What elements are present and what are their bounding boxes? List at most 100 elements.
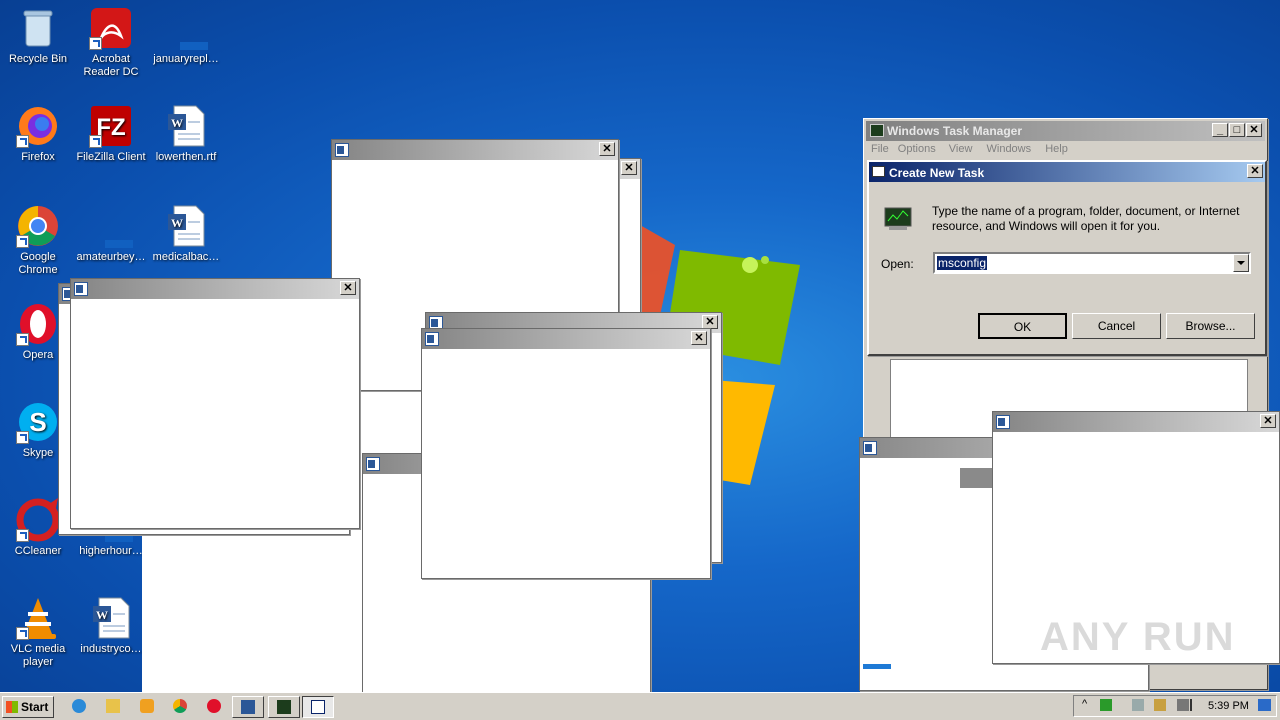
printer-icon[interactable] (1154, 699, 1166, 711)
create-new-task-dialog[interactable]: Create New Task ✕ Type the name of a pro… (867, 160, 1267, 356)
task-manager-icon (277, 700, 291, 714)
taskbar-task-manager-button[interactable] (268, 696, 300, 718)
close-icon[interactable]: ✕ (340, 281, 356, 295)
icon-label: Acrobat Reader DC (83, 53, 139, 78)
desktop-icon-chrome[interactable]: Google Chrome (0, 204, 76, 277)
maximize-button[interactable]: □ (1229, 123, 1245, 137)
taskbar-run-button[interactable] (302, 696, 334, 718)
dialog-description: Type the name of a program, folder, docu… (932, 204, 1240, 233)
ccleaner-icon (16, 498, 60, 542)
close-icon[interactable]: ✕ (691, 331, 707, 345)
file-icon (89, 204, 133, 248)
close-icon[interactable]: ✕ (1260, 414, 1276, 428)
desktop-icon-filezilla[interactable]: FZ FileZilla Client (73, 104, 149, 164)
menu-file[interactable]: File (871, 143, 889, 155)
word-app-icon (74, 282, 88, 296)
open-combobox[interactable]: msconfig (933, 252, 1251, 274)
desktop-icon-amateurbey[interactable]: amateurbey… (73, 204, 149, 264)
grey-block (960, 468, 994, 488)
close-icon[interactable]: ✕ (702, 315, 718, 329)
desktop-icon-industryco[interactable]: W industryco… (73, 596, 149, 656)
browse-button[interactable]: Browse... (1166, 313, 1255, 339)
word-app-icon (863, 441, 877, 455)
blank-window-center[interactable]: ✕ (421, 328, 711, 579)
menu-windows[interactable]: Windows (987, 143, 1032, 155)
dialog-titlebar[interactable]: Create New Task ✕ (869, 162, 1265, 182)
desktop-icon-firefox[interactable]: Firefox (0, 104, 76, 164)
cancel-button[interactable]: Cancel (1072, 313, 1161, 339)
windows-flag-icon (6, 701, 18, 713)
firefox-icon (16, 104, 60, 148)
folder-icon[interactable] (106, 699, 120, 713)
start-button[interactable]: Start (2, 696, 54, 718)
system-tray: ^ 5:39 PM (1073, 695, 1277, 717)
icon-label: industryco… (80, 643, 142, 655)
blank-window-left[interactable]: ✕ (70, 278, 360, 529)
menu-options[interactable]: Options (898, 143, 936, 155)
icon-label: VLC media player (10, 643, 66, 668)
open-label: Open: (881, 257, 914, 271)
dialog-close-button[interactable]: ✕ (1247, 164, 1263, 178)
skype-icon: S (16, 400, 60, 444)
minimize-button[interactable]: _ (1212, 123, 1228, 137)
icon-label: CCleaner (14, 545, 62, 557)
svg-text:W: W (96, 608, 108, 622)
run-icon (872, 166, 885, 177)
dropdown-arrow-button[interactable] (1233, 254, 1249, 272)
run-icon (311, 700, 325, 714)
icon-label: Google Chrome (18, 251, 58, 276)
desktop-icon-januaryrepl[interactable]: januaryrepl… (148, 6, 224, 66)
word-doc-icon: W (164, 104, 208, 148)
close-icon[interactable]: ✕ (599, 142, 615, 156)
open-input-value[interactable]: msconfig (937, 256, 988, 270)
ok-button[interactable]: OK (978, 313, 1067, 339)
chevron-down-icon (1237, 261, 1245, 265)
show-desktop-icon[interactable] (1258, 699, 1271, 711)
icon-label: higherhour… (79, 545, 143, 557)
icon-label: lowerthen.rtf (155, 151, 217, 163)
task-manager-titlebar[interactable]: Windows Task Manager _ □ ✕ (866, 121, 1265, 141)
file-icon (164, 6, 208, 50)
desktop-icon-medicalbac[interactable]: W medicalbac… (148, 204, 224, 264)
start-label: Start (21, 700, 49, 714)
word-doc-icon: W (89, 596, 133, 640)
close-button[interactable]: ✕ (1246, 123, 1262, 137)
taskbar: Start ^ 5:39 PM (0, 692, 1280, 720)
network-icon[interactable] (1100, 699, 1112, 711)
task-manager-menubar: File Options View Windows Help (868, 143, 1068, 161)
opera-icon (16, 302, 60, 346)
close-icon[interactable]: ✕ (621, 161, 637, 175)
clock[interactable]: 5:39 PM (1208, 700, 1249, 712)
opera-icon[interactable] (207, 699, 221, 713)
svg-text:S: S (29, 407, 46, 437)
run-program-icon (883, 206, 913, 232)
desktop: Recycle Bin Acrobat Reader DC januaryrep… (0, 0, 1280, 692)
word-app-icon (335, 143, 349, 157)
vlc-icon (16, 596, 60, 640)
media-player-icon[interactable] (140, 699, 154, 713)
icon-label: amateurbey… (76, 251, 146, 263)
ie-icon[interactable] (72, 699, 86, 713)
word-app-icon (425, 332, 439, 346)
menu-view[interactable]: View (949, 143, 973, 155)
dialog-title: Create New Task (889, 166, 985, 180)
word-app-icon (241, 700, 255, 714)
chevron-up-icon[interactable]: ^ (1082, 698, 1087, 710)
desktop-icon-acrobat[interactable]: Acrobat Reader DC (73, 6, 149, 79)
anyrun-watermark: ANY RUN (1040, 615, 1236, 659)
desktop-icon-recycle-bin[interactable]: Recycle Bin (0, 6, 76, 66)
task-manager-title: Windows Task Manager (887, 124, 1023, 138)
desktop-icon-lowerthen[interactable]: W lowerthen.rtf (148, 104, 224, 164)
display-icon[interactable] (1132, 699, 1144, 711)
task-manager-icon (870, 124, 884, 137)
icon-label: januaryrepl… (153, 53, 219, 65)
taskbar-word-button[interactable] (232, 696, 264, 718)
recycle-bin-icon (16, 6, 60, 50)
speaker-icon[interactable] (1177, 699, 1189, 711)
menu-help[interactable]: Help (1045, 143, 1068, 155)
action-center-flag-icon[interactable] (1190, 699, 1202, 711)
word-doc-icon: W (164, 204, 208, 248)
desktop-icon-vlc[interactable]: VLC media player (0, 596, 76, 669)
chrome-icon (16, 204, 60, 248)
chrome-icon[interactable] (173, 699, 187, 713)
